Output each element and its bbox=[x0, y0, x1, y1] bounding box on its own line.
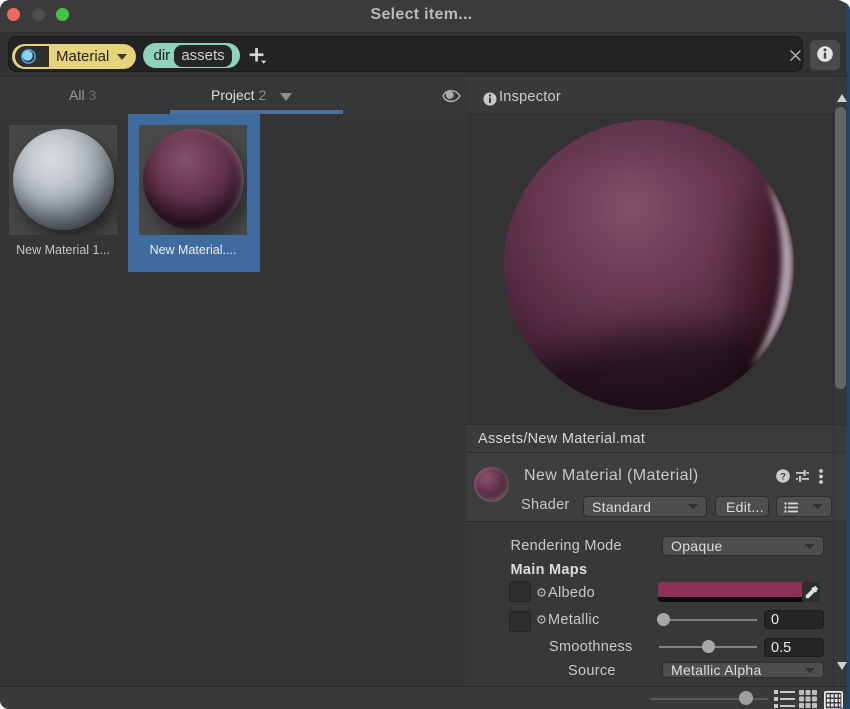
svg-text:?: ? bbox=[780, 471, 786, 482]
